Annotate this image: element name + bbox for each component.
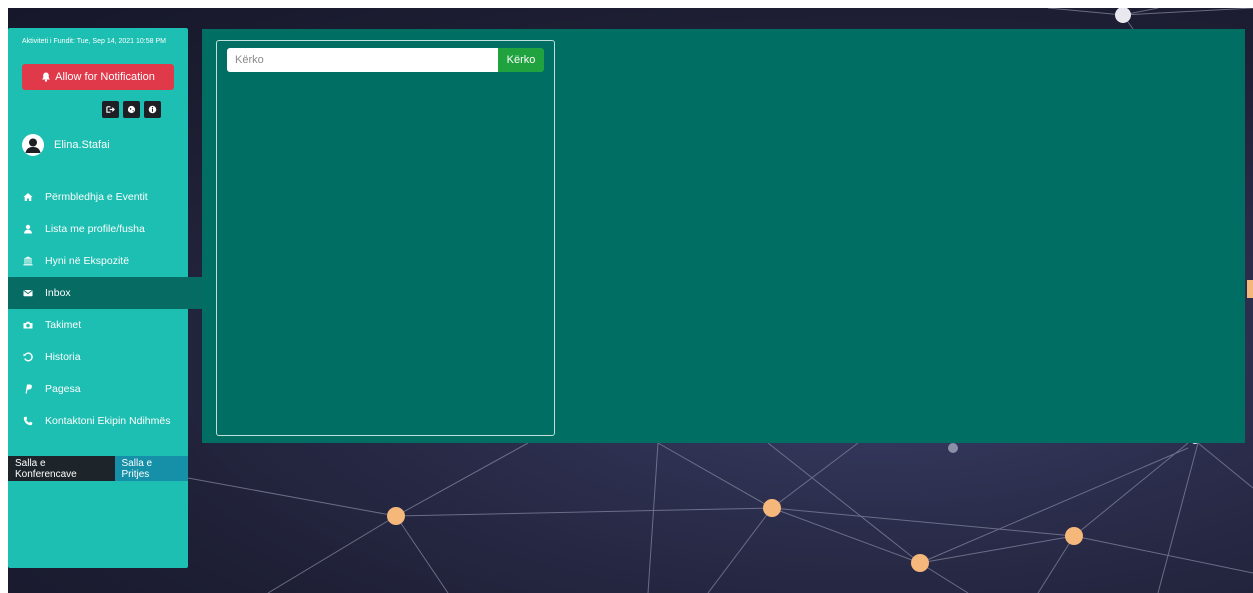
sidebar: Aktiviteti i Fundit: Tue, Sep 14, 2021 1… <box>8 28 218 568</box>
room-tabs: Salla e Konferencave Salla e Pritjes <box>8 456 188 481</box>
sidebar-item-history[interactable]: Historia <box>8 341 188 373</box>
camera-icon <box>23 321 32 329</box>
tab-reception-hall[interactable]: Salla e Pritjes <box>114 456 188 481</box>
sidebar-item-label: Historia <box>45 351 81 363</box>
page-background: Aktiviteti i Fundit: Tue, Sep 14, 2021 1… <box>8 8 1253 593</box>
sidebar-item-exhibition[interactable]: Hyni në Ekspozitë <box>8 245 188 277</box>
sidebar-item-event-summary[interactable]: Përmbledhja e Eventit <box>8 181 188 213</box>
search-button[interactable]: Kërko <box>498 48 544 72</box>
sidebar-item-contact-support[interactable]: Kontaktoni Ekipin Ndihmës <box>8 405 188 437</box>
main-panel: Kërko <box>202 29 1245 443</box>
sidebar-item-label: Pagesa <box>45 383 81 395</box>
search-input[interactable] <box>227 48 499 72</box>
sidebar-item-label: Kontaktoni Ekipin Ndihmës <box>45 415 171 427</box>
sidebar-item-label: Hyni në Ekspozitë <box>45 255 130 267</box>
bank-icon <box>23 256 32 266</box>
sidebar-item-payment[interactable]: Pagesa <box>8 373 188 405</box>
paypal-icon <box>25 384 32 394</box>
envelope-icon <box>23 290 32 297</box>
sidebar-item-meetings[interactable]: Takimet <box>8 309 188 341</box>
sidebar-item-label: Lista me profile/fusha <box>45 223 145 235</box>
home-icon <box>23 193 32 201</box>
sidebar-menu: Përmbledhja e Eventit Lista me profile/f… <box>8 181 218 437</box>
bell-icon <box>42 72 51 82</box>
username: Elina.Stafai <box>54 139 110 151</box>
tab-conference-hall[interactable]: Salla e Konferencave <box>8 456 115 481</box>
allow-notification-button[interactable]: Allow for Notification <box>22 64 174 90</box>
user-avatar-icon <box>25 138 41 153</box>
sidebar-item-label: Përmbledhja e Eventit <box>45 191 148 203</box>
avatar <box>22 134 44 156</box>
sidebar-item-label: Inbox <box>45 287 71 299</box>
info-button[interactable] <box>144 101 161 118</box>
inbox-conversation-list: Kërko <box>216 40 555 436</box>
sidebar-mini-toolbar <box>102 101 161 118</box>
phone-icon <box>23 416 32 426</box>
info-icon <box>148 105 157 114</box>
sign-out-button[interactable] <box>102 101 119 118</box>
globe-icon <box>127 105 136 114</box>
allow-notification-label: Allow for Notification <box>55 71 155 83</box>
sidebar-item-profiles[interactable]: Lista me profile/fusha <box>8 213 188 245</box>
globe-button[interactable] <box>123 101 140 118</box>
user-profile[interactable]: Elina.Stafai <box>22 134 110 156</box>
history-icon <box>23 352 33 362</box>
sidebar-item-label: Takimet <box>45 319 82 331</box>
sign-out-icon <box>106 106 115 113</box>
last-activity-text: Aktiviteti i Fundit: Tue, Sep 14, 2021 1… <box>22 38 166 45</box>
user-icon <box>23 224 32 234</box>
sidebar-item-inbox[interactable]: Inbox <box>8 277 218 309</box>
